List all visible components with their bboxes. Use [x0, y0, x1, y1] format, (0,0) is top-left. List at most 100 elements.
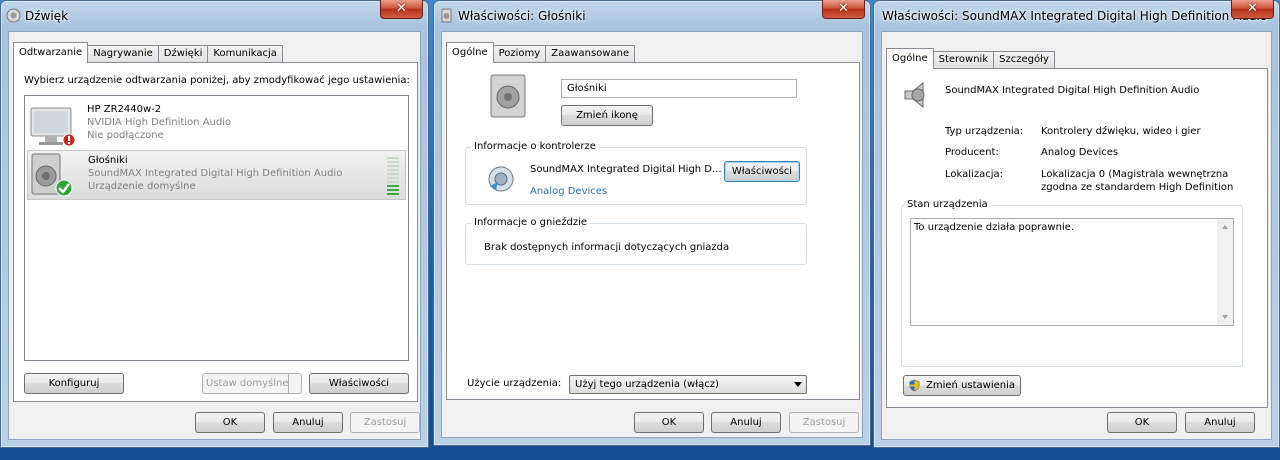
manufacturer-label: Producent: [945, 147, 999, 158]
sound-dialog-tabs: Odtwarzanie Nagrywanie Dźwięki Komunikac… [13, 42, 283, 63]
tab-playback[interactable]: Odtwarzanie [13, 42, 89, 63]
configure-button[interactable]: Konfiguruj [24, 373, 124, 394]
speaker-properties-titlebar[interactable]: Właściwości: Głośniki ✕ [434, 0, 870, 29]
default-check-icon [55, 179, 73, 197]
tab-driver[interactable]: Sterownik [932, 51, 995, 69]
speaker-properties-window: Właściwości: Głośniki ✕ Ogólne Poziomy Z… [433, 0, 871, 446]
controller-name: SoundMAX Integrated Digital High D... [530, 164, 722, 175]
controller-vendor-link[interactable]: Analog Devices [530, 186, 607, 197]
manufacturer-value: Analog Devices [1041, 147, 1119, 158]
controller-group: Informacje o kontrolerze SoundMAX Integr… [465, 141, 807, 205]
jack-group-label: Informacje o gnieździe [471, 217, 591, 228]
level-segment [387, 185, 399, 187]
cancel-button[interactable]: Anuluj [273, 412, 343, 433]
device-type-label: Typ urządzenia: [945, 126, 1024, 137]
device-status-group: Stan urządzenia To urządzenie działa pop… [901, 199, 1243, 367]
speaker-properties-title: Właściwości: Głośniki [458, 9, 586, 23]
soundmax-device-name: SoundMAX Integrated Digital High Definit… [945, 85, 1200, 96]
level-segment [387, 157, 399, 159]
ok-button[interactable]: OK [195, 412, 265, 433]
level-segment [387, 189, 399, 191]
speaker-device-icon [904, 81, 925, 109]
device-status: Urządzenie domyślne [88, 181, 196, 192]
sound-dialog-close-button[interactable]: ✕ [380, 0, 423, 19]
controller-properties-button[interactable]: Właściwości [724, 161, 800, 182]
tab-general[interactable]: Ogólne [886, 48, 934, 69]
level-segment [387, 173, 399, 175]
status-scrollbar[interactable] [1217, 219, 1233, 325]
speaker-title-icon [441, 8, 452, 23]
change-icon-button[interactable]: Zmień ikonę [561, 105, 653, 126]
sound-dialog-window: Dźwięk ✕ Odtwarzanie Nagrywanie Dźwięki … [0, 0, 429, 448]
soundmax-properties-client: Ogólne Sterownik Szczegóły SoundMAX Inte… [881, 31, 1272, 440]
cancel-button[interactable]: Anuluj [711, 412, 781, 433]
device-driver: SoundMAX Integrated Digital High Definit… [88, 168, 343, 179]
soundmax-properties-close-button[interactable]: ✕ [1231, 0, 1274, 19]
properties-button[interactable]: Właściwości [309, 373, 409, 394]
playback-panel: Wybierz urządzenie odtwarzania poniżej, … [13, 62, 418, 402]
device-name-input[interactable]: Głośniki [561, 79, 797, 98]
tab-recording[interactable]: Nagrywanie [87, 45, 159, 63]
chevron-down-icon [288, 374, 301, 393]
level-segment [387, 177, 399, 179]
level-segment [387, 165, 399, 167]
device-status: Nie podłączone [87, 130, 164, 141]
set-default-button[interactable]: Ustaw domyślne [202, 373, 302, 394]
location-value: Lokalizacja 0 (Magistrala wewnętrzna [1041, 169, 1229, 180]
change-settings-label: Zmień ustawienia [926, 380, 1015, 391]
soundmax-general-panel: SoundMAX Integrated Digital High Definit… [886, 68, 1268, 408]
apply-button[interactable]: Zastosuj [789, 412, 859, 433]
chevron-down-icon [794, 382, 802, 387]
playback-instruction: Wybierz urządzenie odtwarzania poniżej, … [24, 75, 410, 86]
ok-button[interactable]: OK [634, 412, 704, 433]
set-default-label: Ustaw domyślne [206, 378, 289, 389]
scroll-down-icon[interactable] [1222, 315, 1228, 319]
sound-dialog-titlebar[interactable]: Dźwięk ✕ [1, 0, 428, 29]
level-segment [387, 161, 399, 163]
speaker-icon [490, 74, 526, 118]
general-panel: Głośniki Zmień ikonę Informacje o kontro… [446, 62, 860, 400]
apply-button[interactable]: Zastosuj [350, 412, 420, 433]
device-driver: NVIDIA High Definition Audio [87, 117, 232, 128]
device-type-value: Kontrolery dźwięku, wideo i gier [1041, 126, 1201, 137]
speaker-title-icon [6, 8, 21, 23]
list-item[interactable]: Głośniki SoundMAX Integrated Digital Hig… [27, 150, 406, 200]
sound-dialog-client: Odtwarzanie Nagrywanie Dźwięki Komunikac… [8, 31, 421, 440]
cancel-button[interactable]: Anuluj [1185, 412, 1255, 433]
jack-group: Informacje o gnieździe Brak dostępnych i… [465, 217, 807, 265]
tab-general[interactable]: Ogólne [446, 42, 494, 63]
audio-controller-icon [488, 166, 514, 192]
change-settings-button[interactable]: Zmień ustawienia [903, 375, 1021, 396]
list-item[interactable]: HP ZR2440w-2 NVIDIA High Definition Audi… [27, 100, 406, 150]
ok-button[interactable]: OK [1107, 412, 1177, 433]
tab-levels[interactable]: Poziomy [492, 45, 547, 63]
soundmax-properties-title: Właściwości: SoundMAX Integrated Digital… [882, 9, 1268, 23]
soundmax-properties-titlebar[interactable]: Właściwości: SoundMAX Integrated Digital… [874, 0, 1279, 29]
speaker-icon [31, 153, 73, 197]
sound-dialog-title: Dźwięk [25, 9, 69, 23]
speaker-properties-tabs: Ogólne Poziomy Zaawansowane [446, 42, 636, 63]
device-name: Głośniki [88, 155, 128, 166]
tab-communication[interactable]: Komunikacja [207, 45, 283, 63]
level-segment [387, 181, 399, 183]
tab-sounds[interactable]: Dźwięki [157, 45, 209, 63]
device-list[interactable]: HP ZR2440w-2 NVIDIA High Definition Audi… [24, 95, 409, 361]
usage-value: Użyj tego urządzenia (włącz) [575, 379, 719, 390]
level-segment [387, 193, 399, 195]
tab-details[interactable]: Szczegóły [993, 51, 1055, 69]
jack-info: Brak dostępnych informacji dotyczących g… [484, 242, 730, 253]
monitor-speaker-icon [30, 107, 76, 147]
speaker-properties-close-button[interactable]: ✕ [822, 0, 865, 19]
controller-group-label: Informacje o kontrolerze [471, 141, 599, 152]
scroll-up-icon[interactable] [1222, 225, 1228, 229]
level-segment [387, 169, 399, 171]
usage-label: Użycie urządzenia: [467, 378, 562, 389]
device-status-textarea[interactable]: To urządzenie działa poprawnie. [910, 218, 1234, 326]
tab-advanced[interactable]: Zaawansowane [545, 45, 636, 63]
location-label: Lokalizacja: [945, 169, 1003, 180]
volume-level-meter [387, 157, 399, 195]
device-status-text: To urządzenie działa poprawnie. [914, 222, 1075, 233]
usage-select[interactable]: Użyj tego urządzenia (włącz) [569, 375, 807, 394]
location-value-line2: zgodna ze standardem High Definition [1041, 182, 1234, 193]
device-status-group-label: Stan urządzenia [904, 199, 991, 210]
